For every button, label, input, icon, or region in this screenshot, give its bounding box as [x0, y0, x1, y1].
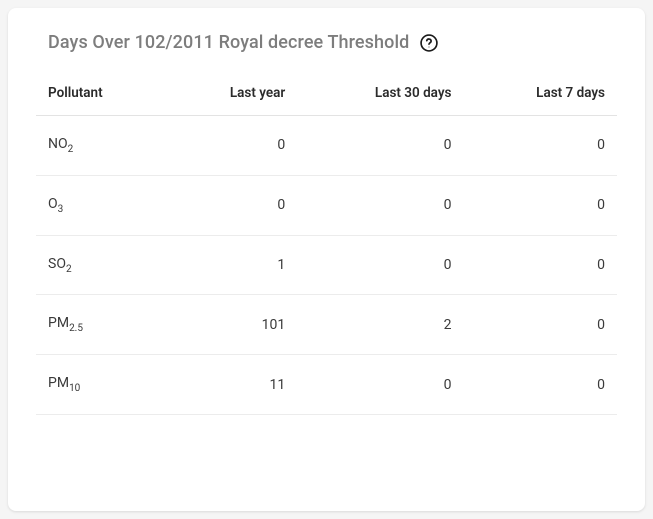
table-row: PM2.510120 — [36, 295, 617, 355]
table-header-row: Pollutant Last year Last 30 days Last 7 … — [36, 73, 617, 116]
cell-last-7-days: 0 — [463, 175, 617, 235]
cell-last-7-days: 0 — [463, 295, 617, 355]
col-pollutant: Pollutant — [36, 73, 166, 116]
cell-last-year: 11 — [166, 355, 297, 415]
table-row: SO2100 — [36, 235, 617, 295]
card-title: Days Over 102/2011 Royal decree Threshol… — [48, 32, 409, 53]
pollutant-sub: 2 — [68, 144, 74, 155]
table-row: NO2000 — [36, 116, 617, 176]
pollutant-label: NO — [48, 136, 68, 152]
col-last-30-days: Last 30 days — [297, 73, 463, 116]
threshold-table: Pollutant Last year Last 30 days Last 7 … — [36, 73, 617, 415]
cell-last-year: 0 — [166, 175, 297, 235]
cell-pollutant: O3 — [36, 175, 166, 235]
cell-last-year: 1 — [166, 235, 297, 295]
col-last-year: Last year — [166, 73, 297, 116]
cell-last-year: 101 — [166, 295, 297, 355]
cell-last-7-days: 0 — [463, 355, 617, 415]
table-row: O3000 — [36, 175, 617, 235]
threshold-card: Days Over 102/2011 Royal decree Threshol… — [8, 8, 645, 511]
pollutant-sub: 2.5 — [69, 323, 83, 334]
cell-pollutant: PM10 — [36, 355, 166, 415]
table-row: PM101100 — [36, 355, 617, 415]
pollutant-label: PM — [48, 375, 69, 391]
pollutant-sub: 3 — [58, 204, 64, 215]
cell-last-30-days: 0 — [297, 116, 463, 176]
cell-last-30-days: 0 — [297, 355, 463, 415]
cell-last-30-days: 0 — [297, 175, 463, 235]
pollutant-label: SO — [48, 256, 66, 272]
cell-last-30-days: 2 — [297, 295, 463, 355]
pollutant-sub: 10 — [69, 383, 80, 394]
cell-pollutant: NO2 — [36, 116, 166, 176]
cell-last-7-days: 0 — [463, 116, 617, 176]
cell-last-year: 0 — [166, 116, 297, 176]
pollutant-sub: 2 — [66, 263, 72, 274]
col-last-7-days: Last 7 days — [463, 73, 617, 116]
pollutant-label: PM — [48, 315, 69, 331]
help-icon[interactable] — [419, 33, 439, 53]
pollutant-label: O — [48, 196, 58, 212]
card-header: Days Over 102/2011 Royal decree Threshol… — [36, 32, 617, 53]
table-body: NO2000O3000SO2100PM2.510120PM101100 — [36, 116, 617, 415]
cell-last-7-days: 0 — [463, 235, 617, 295]
cell-pollutant: PM2.5 — [36, 295, 166, 355]
cell-last-30-days: 0 — [297, 235, 463, 295]
cell-pollutant: SO2 — [36, 235, 166, 295]
